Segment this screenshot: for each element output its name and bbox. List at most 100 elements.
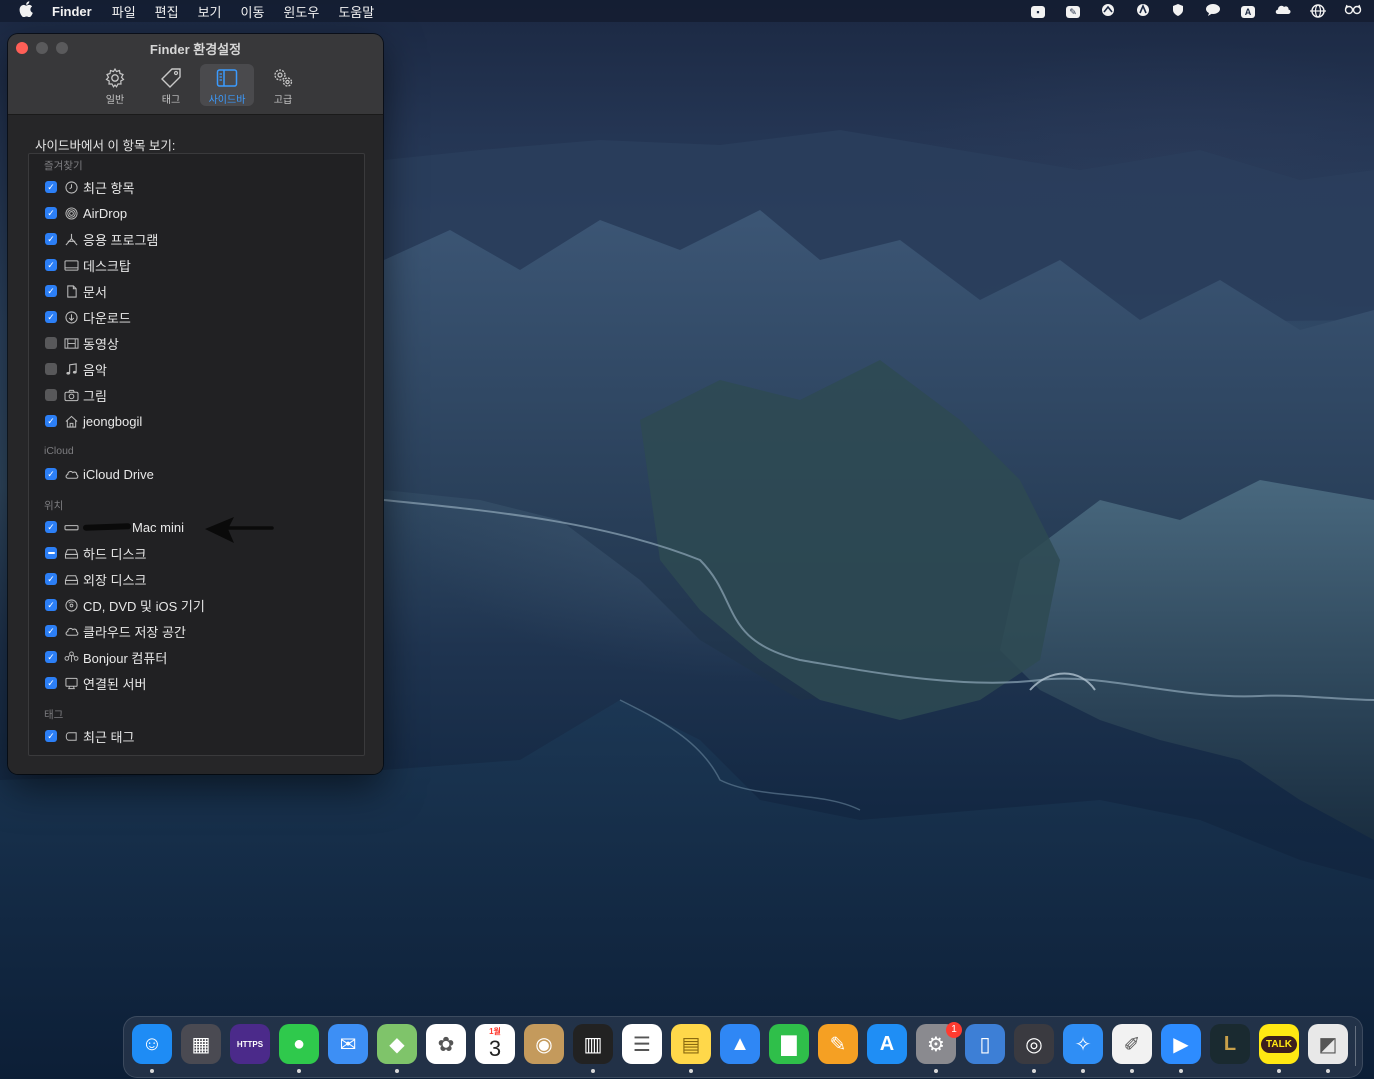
sidebar-option-documents[interactable]: ✓ 문서 bbox=[45, 281, 107, 301]
tab-advanced[interactable]: 고급 bbox=[256, 64, 310, 106]
film-icon bbox=[63, 336, 79, 350]
facetime-icon[interactable]: ▪ bbox=[1029, 3, 1047, 19]
chat-icon[interactable] bbox=[1204, 3, 1222, 19]
hat-icon[interactable] bbox=[1134, 3, 1152, 19]
app-store-icon[interactable]: A bbox=[867, 1024, 907, 1064]
sidebar-option-mac-mini[interactable]: ✓ Mac mini bbox=[45, 517, 184, 537]
group-label-tags: 태그 bbox=[44, 709, 64, 721]
sidebar-option-recent-tags[interactable]: ✓ 최근 태그 bbox=[45, 726, 134, 746]
contacts-icon[interactable]: ◉ bbox=[524, 1024, 564, 1064]
checkbox-mac-mini[interactable]: ✓ bbox=[45, 521, 57, 533]
system-preferences-glyph: ⚙ bbox=[927, 1033, 945, 1056]
checkbox-desktop[interactable]: ✓ bbox=[45, 259, 57, 271]
checkbox-recents[interactable]: ✓ bbox=[45, 181, 57, 193]
safari-icon[interactable]: ✧ bbox=[1063, 1024, 1103, 1064]
reminders-glyph: ☰ bbox=[633, 1033, 651, 1056]
checkbox-documents[interactable]: ✓ bbox=[45, 285, 57, 297]
calendar-icon[interactable]: 1월 3 bbox=[475, 1024, 515, 1064]
sidebar-option-home[interactable]: ✓ jeongbogil bbox=[45, 411, 142, 431]
sidebar-option-downloads[interactable]: ✓ 다운로드 bbox=[45, 307, 131, 327]
checkbox-music[interactable] bbox=[45, 363, 57, 375]
checkbox-bonjour[interactable]: ✓ bbox=[45, 651, 57, 663]
menu-window[interactable]: 윈도우 bbox=[283, 2, 319, 21]
pen-icon[interactable]: ✎ bbox=[1064, 3, 1082, 19]
menu-view[interactable]: 보기 bbox=[198, 2, 222, 21]
sidebar-option-music[interactable]: 음악 bbox=[45, 359, 107, 379]
glasses-icon[interactable] bbox=[1344, 3, 1362, 19]
reminders-icon[interactable]: ☰ bbox=[622, 1024, 662, 1064]
sidebar-option-cloud-storage[interactable]: ✓ 클라우드 저장 공간 bbox=[45, 621, 186, 641]
finder-icon[interactable]: ☺ bbox=[132, 1024, 172, 1064]
columns-icon[interactable]: ▯ bbox=[965, 1024, 1005, 1064]
maps-icon[interactable]: ◆ bbox=[377, 1024, 417, 1064]
disk-utility-icon[interactable]: ◎ bbox=[1014, 1024, 1054, 1064]
applications-icon bbox=[63, 232, 79, 246]
caster-icon[interactable] bbox=[1099, 3, 1117, 19]
running-indicator bbox=[1032, 1069, 1036, 1073]
checkbox-hard-disks[interactable] bbox=[45, 547, 57, 559]
preview-icon[interactable]: ◩ bbox=[1308, 1024, 1348, 1064]
sidebar-option-movies[interactable]: 동영상 bbox=[45, 333, 119, 353]
option-label: 문서 bbox=[83, 284, 107, 300]
sidebar-option-recents[interactable]: ✓ 최근 항목 bbox=[45, 177, 134, 197]
sidebar-option-pictures[interactable]: 그림 bbox=[45, 385, 107, 405]
bonjour-icon bbox=[63, 650, 79, 664]
photos-icon[interactable]: ✿ bbox=[426, 1024, 466, 1064]
notes-icon[interactable]: ▤ bbox=[671, 1024, 711, 1064]
checkbox-cd-dvd[interactable]: ✓ bbox=[45, 599, 57, 611]
sidebar-option-applications[interactable]: ✓ 응용 프로그램 bbox=[45, 229, 158, 249]
textedit-glyph: ✐ bbox=[1123, 1033, 1141, 1056]
checkbox-downloads[interactable]: ✓ bbox=[45, 311, 57, 323]
apple-menu-icon[interactable] bbox=[16, 1, 36, 21]
mail-icon[interactable]: ✉ bbox=[328, 1024, 368, 1064]
sidebar-option-airdrop[interactable]: ✓ AirDrop bbox=[45, 203, 127, 223]
text-input-icon[interactable]: A bbox=[1239, 3, 1257, 19]
league-icon[interactable]: L bbox=[1210, 1024, 1250, 1064]
menu-app-name[interactable]: Finder bbox=[52, 4, 92, 19]
option-label: iCloud Drive bbox=[83, 466, 154, 482]
keynote-icon[interactable]: ▲ bbox=[720, 1024, 760, 1064]
sidebar-option-external-disks[interactable]: ✓ 외장 디스크 bbox=[45, 569, 146, 589]
checkbox-home[interactable]: ✓ bbox=[45, 415, 57, 427]
shield-icon[interactable] bbox=[1169, 3, 1187, 19]
globe-icon[interactable] bbox=[1309, 3, 1327, 19]
menu-help[interactable]: 도움말 bbox=[338, 2, 374, 21]
menu-file[interactable]: 파일 bbox=[112, 2, 136, 21]
checkbox-external-disks[interactable]: ✓ bbox=[45, 573, 57, 585]
messages-icon[interactable]: ● bbox=[279, 1024, 319, 1064]
pages-icon[interactable]: ✎ bbox=[818, 1024, 858, 1064]
checkbox-connected-servers[interactable]: ✓ bbox=[45, 677, 57, 689]
zoom-icon[interactable]: ▶ bbox=[1161, 1024, 1201, 1064]
sidebar-option-hard-disks[interactable]: 하드 디스크 bbox=[45, 543, 146, 563]
sidebar-option-cd-dvd[interactable]: ✓ CD, DVD 및 iOS 기기 bbox=[45, 595, 205, 615]
running-indicator bbox=[1081, 1069, 1085, 1073]
sidebar-option-connected-servers[interactable]: ✓ 연결된 서버 bbox=[45, 673, 146, 693]
mail-glyph: ✉ bbox=[339, 1033, 357, 1056]
sidebar-option-desktop[interactable]: ✓ 데스크탑 bbox=[45, 255, 131, 275]
cloud-icon[interactable] bbox=[1274, 3, 1292, 19]
checkbox-airdrop[interactable]: ✓ bbox=[45, 207, 57, 219]
textedit-icon[interactable]: ✐ bbox=[1112, 1024, 1152, 1064]
checkbox-applications[interactable]: ✓ bbox=[45, 233, 57, 245]
checkbox-pictures[interactable] bbox=[45, 389, 57, 401]
checkbox-movies[interactable] bbox=[45, 337, 57, 349]
running-indicator bbox=[395, 1069, 399, 1073]
kakaotalk-icon[interactable]: TALK bbox=[1259, 1024, 1299, 1064]
checkbox-recent-tags[interactable]: ✓ bbox=[45, 730, 57, 742]
option-label: jeongbogil bbox=[83, 413, 143, 429]
running-indicator bbox=[1326, 1069, 1330, 1073]
launchpad-icon[interactable]: ▦ bbox=[181, 1024, 221, 1064]
checkbox-icloud-drive[interactable]: ✓ bbox=[45, 468, 57, 480]
option-label: 그림 bbox=[83, 388, 107, 404]
menu-go[interactable]: 이동 bbox=[241, 2, 265, 21]
sidebar-option-bonjour[interactable]: ✓ Bonjour 컴퓨터 bbox=[45, 647, 167, 667]
numbers-icon[interactable]: ▇ bbox=[769, 1024, 809, 1064]
sidebar-option-icloud-drive[interactable]: ✓ iCloud Drive bbox=[45, 464, 154, 484]
https-icon[interactable]: HTTPS bbox=[230, 1024, 270, 1064]
checkbox-cloud-storage[interactable]: ✓ bbox=[45, 625, 57, 637]
menu-edit[interactable]: 편집 bbox=[155, 2, 179, 21]
tab-sidebar[interactable]: 사이드바 bbox=[200, 64, 254, 106]
piano-icon[interactable]: ▥ bbox=[573, 1024, 613, 1064]
tab-general[interactable]: 일반 bbox=[88, 64, 142, 106]
tab-tags[interactable]: 태그 bbox=[144, 64, 198, 106]
